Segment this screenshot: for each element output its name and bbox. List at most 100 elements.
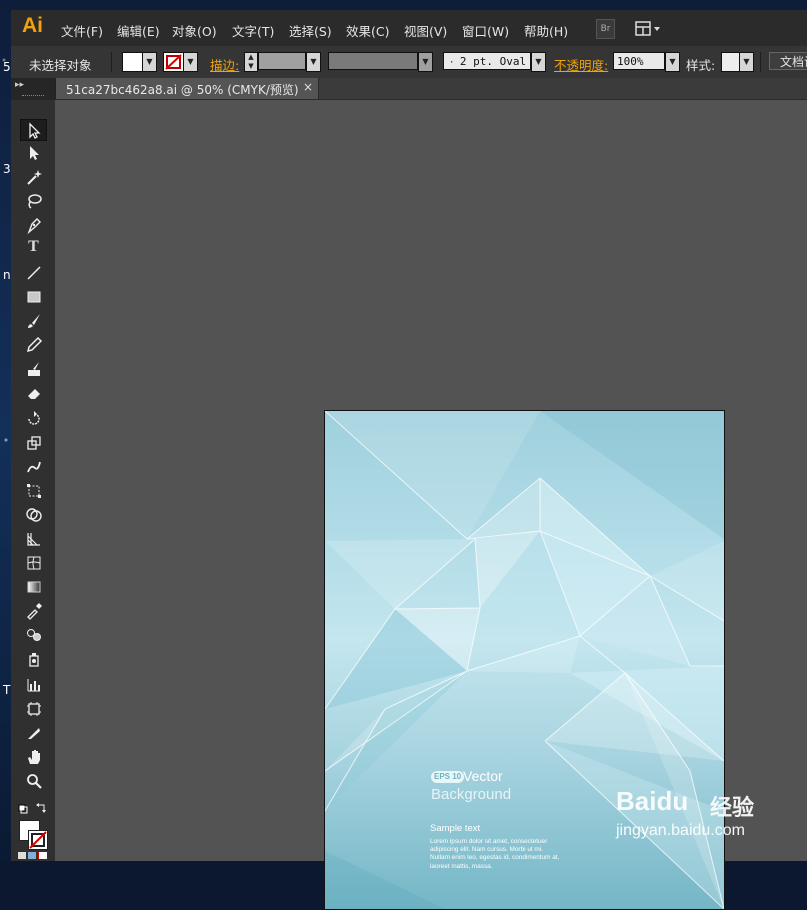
menu-view[interactable]: 视图(V) [404,21,447,40]
opacity-dropdown[interactable]: ▼ [665,52,680,72]
desktop-edge-text: T [3,683,11,697]
free-transform-tool-icon[interactable] [20,480,47,502]
eps-badge: EPS 10 [431,771,465,783]
lorem-line: adipiscing elit. Nam cursus. Morbi ut mi… [430,846,543,854]
stroke-color-box[interactable] [28,830,48,850]
stroke-swatch[interactable] [163,52,184,72]
menu-window[interactable]: 窗口(W) [462,21,509,40]
stroke-weight-stepper[interactable]: ▲ ▼ [244,52,258,72]
style-label: 样式: [686,58,716,73]
scale-tool-icon[interactable] [20,432,47,454]
opacity-label[interactable]: 不透明度: [554,55,608,74]
canvas-area[interactable]: EPS 10 Vector Background Sample text Lor… [55,100,807,910]
fill-dropdown[interactable]: ▼ [142,52,157,72]
layout-icon [635,21,660,36]
document-tab-bar: 51ca27bc462a8.ai @ 50% (CMYK/预览) × [55,78,807,100]
document-tab-title: 51ca27bc462a8.ai @ 50% (CMYK/预览) [66,83,299,97]
desktop-edge-text: 3 [3,162,11,176]
document-tab[interactable]: 51ca27bc462a8.ai @ 50% (CMYK/预览) × [55,78,319,99]
swap-colors-icon [18,803,46,814]
artboard-tool-icon[interactable] [20,698,47,720]
color-mode-buttons[interactable] [18,852,48,860]
graphic-style-swatch[interactable] [721,52,741,72]
line-tool-icon[interactable] [20,262,47,284]
fill-swatch[interactable] [122,52,143,72]
magic-wand-tool-icon[interactable] [20,166,47,188]
brush-value: 2 pt. Oval [459,55,527,68]
brush-definition-field[interactable]: · 2 pt. Oval [443,52,531,70]
none-mode-icon[interactable] [38,852,47,859]
pencil-tool-icon[interactable] [20,334,47,356]
gradient-tool-icon[interactable] [20,576,47,598]
stroke-weight-field[interactable] [258,52,306,70]
tools-panel: ▸▸ T [11,78,56,861]
menu-select[interactable]: 选择(S) [289,21,332,40]
rotate-tool-icon[interactable] [20,408,47,430]
graphic-style-dropdown[interactable]: ▼ [739,52,754,72]
art-subtitle: Background [431,786,512,803]
lasso-tool-icon[interactable] [20,190,47,212]
zoom-tool-icon[interactable] [20,770,47,792]
stroke-dropdown[interactable]: ▼ [183,52,198,72]
paintbrush-tool-icon[interactable] [20,310,47,332]
dot-icon: · [449,58,460,68]
opacity-field[interactable]: 100% [613,52,665,70]
eyedropper-tool-icon[interactable] [20,600,47,622]
slice-tool-icon[interactable] [20,722,47,744]
stroke-weight-dropdown[interactable]: ▼ [306,52,321,72]
hand-tool-icon[interactable] [20,746,47,768]
variable-width-profile[interactable] [328,52,418,70]
menu-help[interactable]: 帮助(H) [524,21,568,40]
illustrator-window: Ai 文件(F) 编辑(E) 对象(O) 文字(T) 选择(S) 效果(C) 视… [11,10,807,910]
perspective-grid-tool-icon[interactable] [20,528,47,550]
lorem-line: Lorem ipsum dolor sit amet, consectetuer [430,838,548,845]
watermark-url: jingyan.baidu.com [616,822,745,839]
gradient-mode-icon[interactable] [28,852,36,859]
expand-panel-icon[interactable]: ▸▸ [15,80,24,90]
mesh-tool-icon[interactable] [20,552,47,574]
variable-width-dropdown[interactable]: ▼ [418,52,433,72]
desktop-edge-text: 5 [3,60,11,74]
stroke-label[interactable]: 描边: [210,55,239,74]
panel-grip[interactable] [22,95,44,98]
menu-type[interactable]: 文字(T) [232,21,274,40]
bridge-button[interactable]: Br [596,19,615,39]
selection-tool-icon[interactable] [20,119,47,141]
sample-heading: Sample text [430,823,481,834]
eraser-tool-icon[interactable] [20,382,47,404]
menu-file[interactable]: 文件(F) [61,21,103,40]
divider [111,52,112,72]
workspace-switcher-button[interactable] [632,19,664,39]
menu-effect[interactable]: 效果(C) [346,21,389,40]
watermark-text: 经验 [710,796,755,821]
close-icon[interactable]: × [303,80,313,94]
blend-tool-icon[interactable] [20,624,47,646]
menu-edit[interactable]: 编辑(E) [117,21,160,40]
color-mode-icon[interactable] [18,852,26,859]
menu-object[interactable]: 对象(O) [172,21,217,40]
tools-panel-header[interactable]: ▸▸ [11,78,55,100]
warp-tool-icon[interactable] [20,456,47,478]
blob-brush-tool-icon[interactable] [20,358,47,380]
brush-dropdown[interactable]: ▼ [531,52,546,72]
menu-bar: Ai 文件(F) 编辑(E) 对象(O) 文字(T) 选择(S) 效果(C) 视… [11,10,807,47]
no-stroke-icon [29,831,47,849]
column-graph-tool-icon[interactable] [20,674,47,696]
app-logo: Ai [22,14,43,37]
lorem-line: Nullam enim leo, egestas id, condimentum… [430,854,560,862]
shape-builder-tool-icon[interactable] [20,504,47,526]
watermark-logo: Baidu [616,786,689,816]
rectangle-tool-icon[interactable] [20,286,47,308]
art-title: Vector [463,768,503,784]
no-stroke-icon [165,54,182,70]
direct-selection-tool-icon[interactable] [20,142,47,164]
control-bar: 未选择对象 ▼ ▼ 描边: ▲ ▼ ▼ ▼ · 2 pt. Oval ▼ 不透明度… [11,46,807,79]
symbol-sprayer-tool-icon[interactable] [20,648,47,670]
type-tool-icon[interactable]: T [20,238,47,260]
lorem-line: laoreet mattis, massa. [430,862,493,870]
divider [760,52,761,72]
document-setup-button[interactable]: 文档设 [769,52,807,70]
selection-status: 未选择对象 [29,58,92,73]
default-colors-swap[interactable] [18,802,48,816]
pen-tool-icon[interactable] [20,214,47,236]
